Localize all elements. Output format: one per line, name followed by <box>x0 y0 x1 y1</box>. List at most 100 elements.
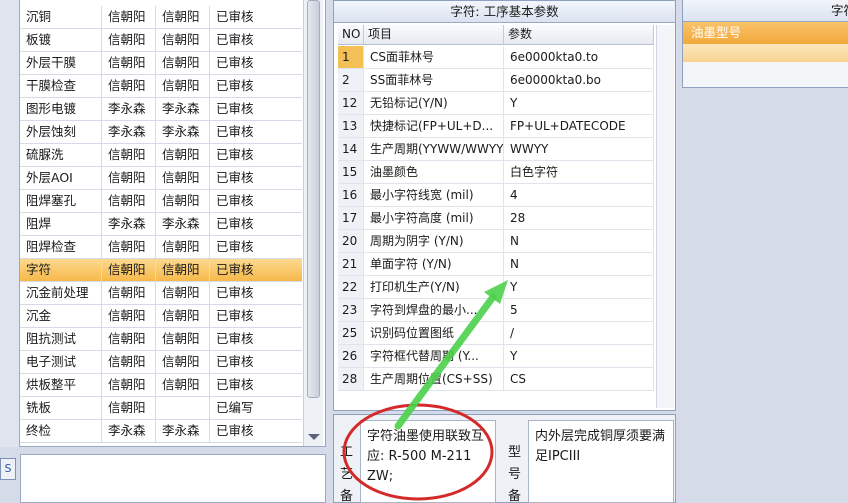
params-table-scrollbar[interactable] <box>656 25 674 408</box>
process-name: 阻抗测试 <box>20 328 102 350</box>
param-value[interactable]: 5 <box>504 299 654 321</box>
process-row[interactable]: 阻焊检查 信朝阳 信朝阳 已审核 <box>20 236 302 259</box>
param-no: 1 <box>338 46 364 68</box>
editor-name: 信朝阳 <box>102 351 156 373</box>
params-table-header: NO 项目 参数 <box>338 25 654 45</box>
ink-selected-row[interactable] <box>683 44 848 62</box>
reviewer-name <box>156 397 210 419</box>
status-text: 已审核 <box>216 239 254 254</box>
process-table-scrollbar[interactable] <box>303 0 323 446</box>
process-row[interactable]: 沉铜 信朝阳 信朝阳 已审核 <box>20 6 302 29</box>
process-row[interactable]: 烘板整平 信朝阳 信朝阳 已审核 <box>20 374 302 397</box>
reviewer-name: 李永森 <box>156 98 210 120</box>
process-row[interactable]: 阻抗测试 信朝阳 信朝阳 已审核 <box>20 328 302 351</box>
process-row[interactable]: 板镀 信朝阳 信朝阳 已审核 <box>20 29 302 52</box>
process-name: 阻焊塞孔 <box>20 190 102 212</box>
process-row[interactable]: 终检 李永森 李永森 已审核 <box>20 420 302 443</box>
param-value[interactable]: Y <box>504 92 654 114</box>
param-row[interactable]: 15 油墨颜色 白色字符 <box>338 161 654 184</box>
process-row[interactable]: 电子测试 信朝阳 信朝阳 已审核 <box>20 351 302 374</box>
param-item: 识别码位置图纸 <box>364 322 504 344</box>
process-row[interactable]: 图形电镀 李永森 李永森 已审核 <box>20 98 302 121</box>
param-row[interactable]: 2 SS面菲林号 6e0000kta0.bo <box>338 69 654 92</box>
param-row[interactable]: 26 字符框代替周期 (Y... Y <box>338 345 654 368</box>
editor-name: 信朝阳 <box>102 52 156 74</box>
param-value[interactable]: 4 <box>504 184 654 206</box>
reviewer-name: 信朝阳 <box>156 144 210 166</box>
process-row[interactable]: 硫脲洗 信朝阳 信朝阳 已审核 <box>20 144 302 167</box>
process-name: 硫脲洗 <box>20 144 102 166</box>
process-name: 铣板 <box>20 397 102 419</box>
param-row[interactable]: 14 生产周期(YYWW/WWYY) WWYY <box>338 138 654 161</box>
process-name: 电子测试 <box>20 351 102 373</box>
param-value[interactable]: FP+UL+DATECODE <box>504 115 654 137</box>
param-value[interactable]: Y <box>504 276 654 298</box>
header-no[interactable]: NO <box>338 25 364 44</box>
status-text: 已审核 <box>216 377 254 392</box>
process-row[interactable]: 字符 信朝阳 信朝阳 已审核 <box>20 259 302 282</box>
status-text: 已审核 <box>216 285 254 300</box>
process-row[interactable]: 外层干膜 信朝阳 信朝阳 已审核 <box>20 52 302 75</box>
param-row[interactable]: 23 字符到焊盘的最小... 5 <box>338 299 654 322</box>
param-value[interactable]: 6e0000kta0.bo <box>504 69 654 91</box>
param-value[interactable]: WWYY <box>504 138 654 160</box>
param-row[interactable]: 16 最小字符线宽 (mil) 4 <box>338 184 654 207</box>
param-value[interactable]: CS <box>504 368 654 390</box>
param-row[interactable]: 1 CS面菲林号 6e0000kta0.to <box>338 46 654 69</box>
param-no: 13 <box>338 115 364 137</box>
param-value[interactable]: / <box>504 322 654 344</box>
scroll-down-arrow-icon[interactable] <box>308 434 320 440</box>
reviewer-name: 信朝阳 <box>156 328 210 350</box>
param-row[interactable]: 20 周期为阴字 (Y/N) N <box>338 230 654 253</box>
reviewer-name: 信朝阳 <box>156 374 210 396</box>
param-row[interactable]: 17 最小字符高度 (mil) 28 <box>338 207 654 230</box>
ink-panel-title: 字符 <box>683 0 848 22</box>
param-row[interactable]: 25 识别码位置图纸 / <box>338 322 654 345</box>
status-text: 已审核 <box>216 124 254 139</box>
editor-name: 信朝阳 <box>102 6 156 28</box>
param-value[interactable]: 白色字符 <box>504 161 654 183</box>
param-item: CS面菲林号 <box>364 46 504 68</box>
param-item: 生产周期(YYWW/WWYY) <box>364 138 504 160</box>
reviewer-name: 信朝阳 <box>156 75 210 97</box>
param-value[interactable]: N <box>504 253 654 275</box>
process-row[interactable]: 沉金前处理 信朝阳 信朝阳 已审核 <box>20 282 302 305</box>
editor-name: 李永森 <box>102 121 156 143</box>
editor-name: 李永森 <box>102 98 156 120</box>
scrollbar-thumb[interactable] <box>307 0 320 398</box>
ink-panel: 字符 油墨型号 <box>682 0 848 88</box>
param-row[interactable]: 28 生产周期位置(CS+SS) CS <box>338 368 654 391</box>
process-row[interactable]: 外层蚀刻 李永森 李永森 已审核 <box>20 121 302 144</box>
param-no: 15 <box>338 161 364 183</box>
param-value[interactable]: 28 <box>504 207 654 229</box>
param-row[interactable]: 12 无铅标记(Y/N) Y <box>338 92 654 115</box>
status-text: 已审核 <box>216 9 254 24</box>
process-row[interactable]: 铣板 信朝阳 已编写 <box>20 397 302 420</box>
status-text: 已编写 <box>216 400 254 415</box>
param-row[interactable]: 22 打印机生产(Y/N) Y <box>338 276 654 299</box>
param-value[interactable]: Y <box>504 345 654 367</box>
process-row[interactable]: 干膜检查 信朝阳 信朝阳 已审核 <box>20 75 302 98</box>
status-text: 已审核 <box>216 216 254 231</box>
param-no: 17 <box>338 207 364 229</box>
s-tab-button[interactable]: S <box>0 458 16 480</box>
param-value[interactable]: 6e0000kta0.to <box>504 46 654 68</box>
process-row[interactable]: 外层AOI 信朝阳 信朝阳 已审核 <box>20 167 302 190</box>
param-row[interactable]: 13 快捷标记(FP+UL+D... FP+UL+DATECODE <box>338 115 654 138</box>
process-note-textbox[interactable]: 字符油墨使用联致互应: R-500 M-211 ZW; <box>360 420 496 503</box>
params-panel-title: 字符: 工序基本参数 <box>334 1 675 23</box>
process-row[interactable]: 阻焊塞孔 信朝阳 信朝阳 已审核 <box>20 190 302 213</box>
process-name: 板镀 <box>20 29 102 51</box>
model-note-textbox[interactable]: 内外层完成铜厚须要满足IPCIII <box>528 420 674 503</box>
process-row[interactable]: 沉金 信朝阳 信朝阳 已审核 <box>20 305 302 328</box>
reviewer-name: 信朝阳 <box>156 6 210 28</box>
reviewer-name: 信朝阳 <box>156 52 210 74</box>
param-value[interactable]: N <box>504 230 654 252</box>
ink-model-column-header[interactable]: 油墨型号 <box>683 22 848 44</box>
process-name: 沉金前处理 <box>20 282 102 304</box>
header-item[interactable]: 项目 <box>364 25 504 44</box>
param-item: 打印机生产(Y/N) <box>364 276 504 298</box>
param-row[interactable]: 21 单面字符 (Y/N) N <box>338 253 654 276</box>
header-value[interactable]: 参数 <box>504 25 654 44</box>
process-row[interactable]: 阻焊 李永森 李永森 已审核 <box>20 213 302 236</box>
